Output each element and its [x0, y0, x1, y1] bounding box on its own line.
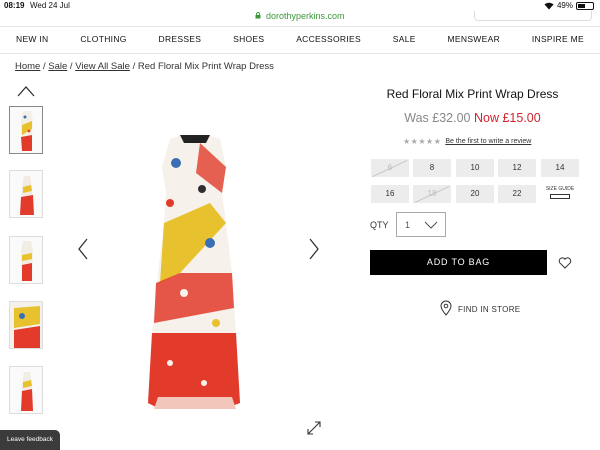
size-option-16[interactable]: 16: [371, 185, 409, 203]
size-option-14[interactable]: 14: [541, 159, 579, 177]
status-date: Wed 24 Jul: [30, 1, 70, 10]
leave-feedback-button[interactable]: Leave feedback: [0, 430, 60, 450]
thumbnail-4[interactable]: [9, 301, 43, 349]
status-time: 08:19: [4, 1, 25, 10]
nav-item-accessories[interactable]: ACCESSORIES: [296, 34, 361, 52]
qty-label: QTY: [370, 220, 389, 230]
nav-item-new-in[interactable]: NEW IN: [16, 34, 49, 52]
size-option-6: 6: [371, 159, 409, 177]
nav-item-shoes[interactable]: SHOES: [233, 34, 264, 52]
add-to-bag-button[interactable]: ADD TO BAG: [370, 250, 547, 275]
size-option-10[interactable]: 10: [456, 159, 494, 177]
product-title: Red Floral Mix Print Wrap Dress: [386, 87, 559, 101]
find-in-store-link[interactable]: FIND IN STORE: [440, 300, 520, 318]
thumbnail-5[interactable]: [9, 366, 43, 414]
breadcrumb-view-all-sale[interactable]: View All Sale: [75, 61, 130, 72]
size-guide-label: SIZE GUIDE: [545, 186, 575, 192]
write-review-link[interactable]: Be the first to write a review: [445, 138, 531, 145]
size-option-12[interactable]: 12: [498, 159, 536, 177]
nav-item-dresses[interactable]: DRESSES: [159, 34, 202, 52]
ruler-icon: [550, 194, 570, 199]
next-image-arrow-icon[interactable]: [306, 237, 322, 261]
nav-item-sale[interactable]: SALE: [393, 34, 416, 52]
thumbnail-strip: [8, 84, 44, 450]
heart-icon[interactable]: [558, 256, 572, 270]
thumbnail-1[interactable]: [9, 106, 43, 154]
product-main-image: [140, 133, 250, 413]
chevron-up-icon[interactable]: [16, 84, 36, 98]
location-pin-icon: [440, 300, 452, 318]
review-line: ★★★★★ Be the first to write a review: [403, 137, 531, 146]
url-text: dorothyperkins.com: [265, 11, 345, 21]
thumbnail-3[interactable]: [9, 236, 43, 284]
breadcrumb-separator: /: [69, 61, 73, 72]
battery-percent: 49%: [556, 1, 573, 10]
breadcrumb-home[interactable]: Home: [15, 61, 40, 72]
size-option-22[interactable]: 22: [498, 185, 536, 203]
nav-item-clothing[interactable]: CLOTHING: [80, 34, 126, 52]
chevron-down-icon: [424, 221, 438, 231]
url-bar[interactable]: dorothyperkins.com: [0, 11, 600, 25]
size-guide-link[interactable]: SIZE GUIDE: [545, 186, 575, 199]
battery-icon: [576, 1, 594, 10]
breadcrumb-sale[interactable]: Sale: [48, 61, 67, 72]
nav-item-inspire-me[interactable]: INSPIRE ME: [532, 34, 584, 52]
quantity-select[interactable]: 1: [396, 212, 446, 237]
thumbnail-2[interactable]: [9, 170, 43, 218]
wifi-icon: [544, 2, 554, 10]
divider: [0, 53, 600, 54]
previous-image-arrow-icon[interactable]: [75, 237, 91, 261]
breadcrumb-separator: /: [132, 61, 136, 72]
search-pill[interactable]: [474, 11, 592, 21]
size-option-8[interactable]: 8: [413, 159, 451, 177]
expand-icon[interactable]: [306, 420, 322, 436]
battery-fill: [578, 3, 585, 8]
size-option-20[interactable]: 20: [456, 185, 494, 203]
now-price: Now £15.00: [474, 111, 541, 125]
main-nav: NEW IN CLOTHING DRESSES SHOES ACCESSORIE…: [0, 34, 600, 52]
breadcrumb-current: Red Floral Mix Print Wrap Dress: [137, 61, 274, 72]
divider: [0, 26, 600, 27]
breadcrumb: Home / Sale / View All Sale / Red Floral…: [15, 61, 274, 72]
status-right: 49%: [544, 1, 594, 10]
was-price: Was £32.00: [404, 111, 471, 125]
lock-icon: [255, 11, 261, 21]
find-in-store-label: FIND IN STORE: [458, 304, 521, 314]
quantity-value: 1: [405, 220, 411, 230]
price-line: Was £32.00 Now £15.00: [370, 111, 575, 125]
breadcrumb-separator: /: [42, 61, 46, 72]
size-option-18: 18: [413, 185, 451, 203]
rating-stars: ★★★★★: [403, 137, 442, 146]
nav-item-menswear[interactable]: MENSWEAR: [448, 34, 500, 52]
